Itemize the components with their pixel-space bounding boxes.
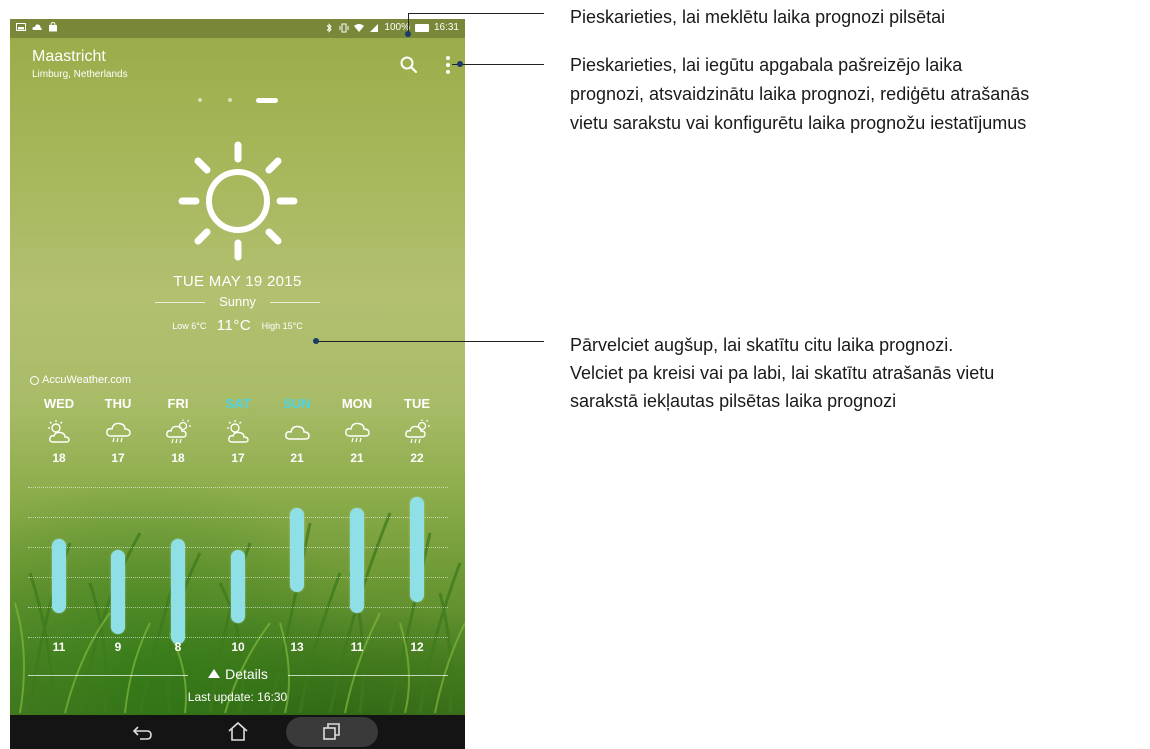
forecast-day-label: THU — [104, 396, 132, 411]
temperature-range-bar — [171, 539, 185, 644]
forecast-low-value: 13 — [290, 640, 304, 654]
callout-dot — [457, 61, 463, 67]
callout-dot — [313, 338, 319, 344]
sun-rain-cloud-icon — [166, 419, 191, 444]
partly-cloudy-day-icon — [48, 420, 70, 443]
details-button[interactable]: Details — [28, 666, 448, 682]
forecast-low-value: 11 — [52, 640, 66, 654]
temperature-range-bar — [410, 497, 424, 602]
back-button[interactable] — [130, 720, 156, 744]
grid-line — [28, 547, 448, 548]
divider — [288, 675, 448, 676]
forecast-high-value: 18 — [52, 451, 66, 465]
forecast-low-value: 9 — [114, 640, 122, 654]
grid-line — [28, 517, 448, 518]
recent-apps-icon — [323, 723, 340, 740]
callout-leader — [452, 64, 544, 65]
details-row: Details — [28, 666, 448, 684]
partly-cloudy-day-icon — [227, 420, 249, 443]
forecast-day-label: MON — [341, 396, 373, 411]
forecast-day-label: SUN — [283, 396, 311, 411]
forecast-high-value: 21 — [350, 451, 364, 465]
forecast-day-label: TUE — [404, 396, 430, 411]
recent-apps-button[interactable] — [319, 720, 345, 744]
temperature-range-bar — [52, 539, 66, 613]
last-update: Last update: 16:30 — [187, 690, 288, 704]
forecast-low-value: 12 — [410, 640, 424, 654]
temperature-range-bar — [350, 507, 364, 613]
callout-dot — [405, 31, 411, 37]
triangle-up-icon — [208, 669, 221, 678]
callout-leader — [318, 341, 544, 342]
forecast-high-value: 18 — [171, 451, 185, 465]
forecast-day-label: FRI — [167, 396, 189, 411]
callout-menu-line-1: Pieskarieties, lai iegūtu apgabala pašre… — [570, 55, 963, 75]
back-icon — [132, 726, 152, 740]
callout-swipe-line-3: sarakstā iekļautas pilsētas laika progno… — [570, 391, 897, 411]
callout-search: Pieskarieties, lai meklētu laika prognoz… — [570, 7, 946, 27]
forecast-panel[interactable]: WED 18 11 THU 17 9 FRI 18 8 SAT 17 10 SUN 21 13 MON 21 11… — [10, 19, 465, 749]
grid-line — [28, 637, 448, 638]
temperature-range-bar — [231, 549, 245, 623]
forecast-high-value: 22 — [410, 451, 424, 465]
cloud-icon — [285, 425, 310, 440]
forecast-day-label: WED — [43, 396, 75, 411]
grid-line — [28, 487, 448, 488]
forecast-high-value: 17 — [231, 451, 245, 465]
temperature-range-bar — [111, 549, 125, 634]
rain-cloud-icon — [106, 422, 131, 443]
details-label: Details — [225, 666, 268, 682]
callout-swipe-line-1: Pārvelciet augšup, lai skatītu citu laik… — [570, 335, 954, 355]
rain-cloud-icon — [345, 422, 370, 443]
forecast-low-value: 8 — [174, 640, 182, 654]
callout-menu-line-3: vietu sarakstu vai konfigurētu laika pro… — [570, 113, 1027, 133]
temperature-range-bar — [290, 507, 304, 592]
home-icon — [228, 721, 248, 741]
forecast-low-value: 10 — [231, 640, 245, 654]
forecast-low-value: 11 — [350, 640, 364, 654]
callout-swipe-line-2: Velciet pa kreisi vai pa labi, lai skatī… — [570, 363, 995, 383]
forecast-high-value: 21 — [290, 451, 304, 465]
callout-leader — [408, 13, 544, 14]
home-button[interactable] — [225, 720, 251, 744]
sun-rain-cloud-icon — [405, 419, 430, 444]
forecast-high-value: 17 — [111, 451, 125, 465]
callout-menu-line-2: prognozi, atsvaidzinātu laika prognozi, … — [570, 84, 1030, 104]
forecast-day-label: SAT — [225, 396, 251, 411]
phone-screen: 100% 16:31 Maastricht Limburg, Netherlan… — [10, 19, 465, 749]
navigation-bar — [10, 715, 465, 749]
